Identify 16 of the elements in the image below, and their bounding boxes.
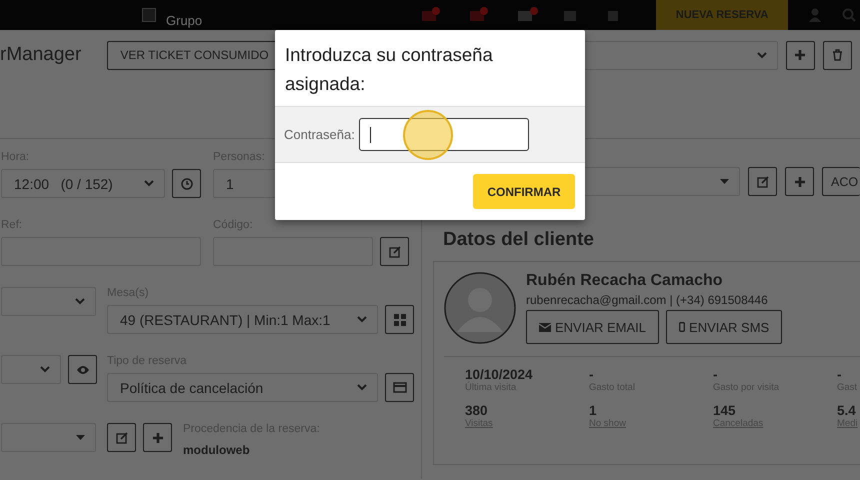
stat-value: - [837,367,842,382]
origin-value: moduloweb [183,443,251,457]
dialog-title: Introduzca su contraseña asignada: [284,43,494,96]
stat-value: 145 [713,403,737,418]
stat-value: - [713,367,718,382]
stat-value: 10/10/2024 [465,367,534,382]
password-label: Contraseña: [284,127,355,142]
app-title: rManager [0,44,82,66]
client-contact: rubenrecacha@gmail.com | (+34) 691508446 [526,293,769,307]
stat-value: 5.4 [837,403,857,418]
stat-value: - [589,367,594,382]
stat-value: 1 [589,403,598,418]
stat-value: 380 [465,403,489,418]
group-label: Grupo [166,12,202,28]
client-name: Rubén Recacha Camacho [526,272,724,290]
section-title: Datos del cliente [443,229,595,251]
